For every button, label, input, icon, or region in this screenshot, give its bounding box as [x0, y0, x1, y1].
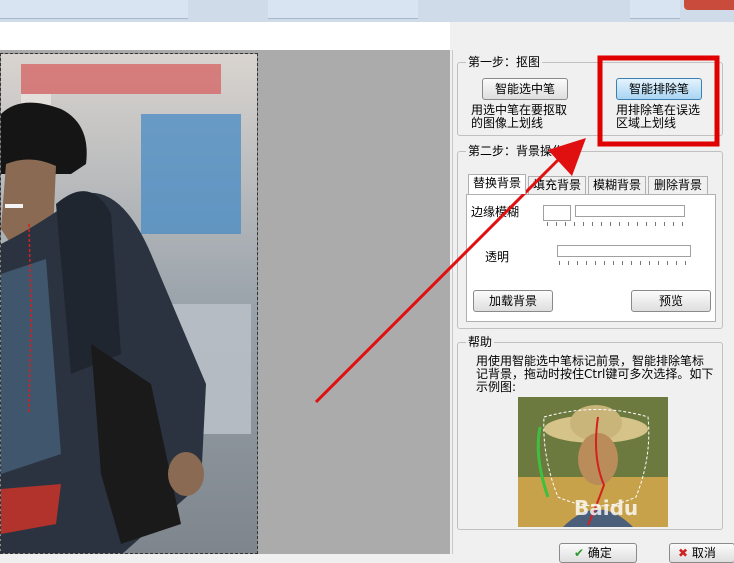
ok-button[interactable]: ✔ 确定 — [559, 543, 637, 563]
tab-delete-background[interactable]: 删除背景 — [648, 176, 708, 194]
edge-blur-ticks — [547, 222, 687, 226]
transparent-label: 透明 — [485, 250, 510, 264]
exclude-pen-description: 用排除笔在误选 区域上划线 — [616, 104, 700, 130]
right-panel: 第一步：抠图 智能选中笔 智能排除笔 用选中笔在要抠取 的图像上划线 用排除笔在… — [452, 50, 734, 563]
smart-select-pen-button[interactable]: 智能选中笔 — [482, 78, 568, 100]
watermark-logo: Baidu — [574, 496, 638, 520]
step1-group: 第一步：抠图 智能选中笔 智能排除笔 用选中笔在要抠取 的图像上划线 用排除笔在… — [457, 55, 723, 136]
cancel-button-label: 取消 — [691, 546, 716, 560]
tab-replace-background[interactable]: 替换背景 — [468, 174, 526, 194]
edge-blur-label: 边缘模糊 — [471, 205, 520, 219]
photo-illustration — [1, 54, 257, 553]
title-bar-segment — [0, 0, 188, 19]
toolbar-strip — [0, 22, 450, 51]
help-title: 帮助 — [466, 335, 495, 349]
tab-blur-background[interactable]: 模糊背景 — [588, 176, 646, 194]
exclude-pen-desc-line2: 区域上划线 — [616, 116, 677, 130]
replace-background-tab-panel: 边缘模糊 透明 加载背景 预览 — [466, 194, 716, 322]
help-example-image: Baidu — [518, 397, 668, 527]
example-portrait-illustration: Baidu — [518, 397, 668, 527]
cancel-button[interactable]: ✖ 取消 — [669, 543, 734, 563]
load-background-button[interactable]: 加载背景 — [473, 290, 553, 312]
image-canvas[interactable] — [0, 50, 450, 554]
preview-button[interactable]: 预览 — [631, 290, 711, 312]
ok-button-label: 确定 — [587, 546, 612, 560]
check-icon: ✔ — [574, 546, 585, 560]
cross-icon: ✖ — [678, 546, 689, 560]
window-close-button[interactable] — [684, 0, 734, 10]
step2-group: 第二步：背景操作 替换背景 填充背景 模糊背景 删除背景 边缘模糊 透明 加载背… — [457, 144, 723, 329]
help-text: 用使用智能选中笔标记前景，智能排除笔标记背景，拖动时按住Ctrl键可多次选择。如… — [476, 354, 714, 394]
smart-exclude-pen-button[interactable]: 智能排除笔 — [616, 78, 702, 100]
select-pen-desc-line2: 的图像上划线 — [471, 116, 544, 130]
transparency-slider[interactable] — [557, 245, 691, 257]
step2-title: 第二步：背景操作 — [466, 144, 567, 158]
window-title-bar — [0, 0, 734, 22]
edge-blur-value-field[interactable] — [543, 205, 571, 221]
transparency-ticks — [559, 261, 689, 265]
edge-blur-slider[interactable] — [575, 205, 685, 217]
step1-title: 第一步：抠图 — [466, 55, 543, 69]
title-bar-segment — [268, 0, 418, 19]
select-pen-description: 用选中笔在要抠取 的图像上划线 — [471, 104, 567, 130]
help-group: 帮助 用使用智能选中笔标记前景，智能排除笔标记背景，拖动时按住Ctrl键可多次选… — [457, 335, 723, 530]
tab-fill-background[interactable]: 填充背景 — [528, 176, 586, 194]
photo-image — [0, 53, 258, 554]
title-bar-segment — [630, 0, 680, 19]
